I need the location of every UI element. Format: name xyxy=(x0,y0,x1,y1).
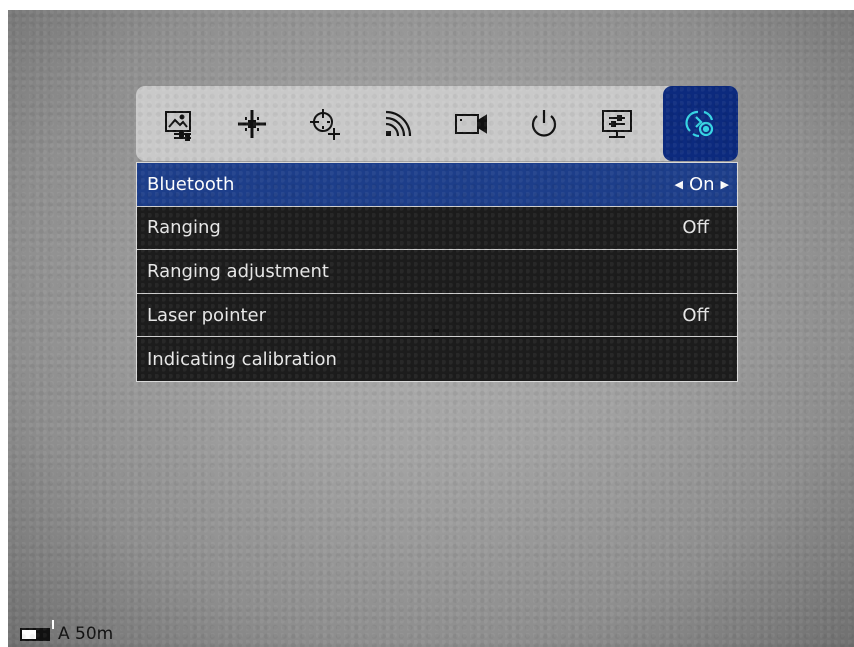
display-settings-icon xyxy=(601,109,632,138)
tab-display-settings[interactable] xyxy=(580,86,653,161)
menu-item-bluetooth[interactable]: Bluetooth ◀ On ▶ xyxy=(137,163,737,207)
menu-item-value: On xyxy=(688,173,715,195)
menu-item-value: Off xyxy=(682,217,709,239)
tab-reticle[interactable] xyxy=(288,86,361,161)
arrow-right-icon[interactable]: ▶ xyxy=(721,178,729,191)
tab-video[interactable] xyxy=(434,86,507,161)
tab-connectivity-settings[interactable] xyxy=(663,86,738,161)
menu-item-label: Bluetooth xyxy=(147,173,235,195)
tab-image-settings[interactable] xyxy=(142,86,215,161)
power-icon xyxy=(531,109,556,137)
menu-item-label: Indicating calibration xyxy=(147,348,337,370)
mode-distance-readout: A 50m xyxy=(58,624,114,644)
battery-icon xyxy=(20,619,54,641)
connectivity-settings-icon xyxy=(684,110,713,137)
settings-menu: Bluetooth ◀ On ▶ Ranging Off Ranging adj… xyxy=(136,162,738,382)
menu-item-ranging-adjustment[interactable]: Ranging adjustment xyxy=(137,250,737,294)
arrow-left-icon[interactable]: ◀ xyxy=(674,178,682,191)
status-bar: A 50m xyxy=(20,619,114,647)
menu-item-label: Ranging adjustment xyxy=(147,260,329,282)
reticle-add-icon xyxy=(309,108,340,140)
tab-power[interactable] xyxy=(507,86,580,161)
center-marker xyxy=(433,329,439,332)
signal-icon xyxy=(385,110,411,136)
thermal-view: Bluetooth ◀ On ▶ Ranging Off Ranging adj… xyxy=(8,10,854,647)
video-camera-icon xyxy=(454,113,487,134)
image-settings-icon xyxy=(164,110,191,141)
menu-item-indicating-calibration[interactable]: Indicating calibration xyxy=(137,337,737,381)
menu-item-label: Ranging xyxy=(147,217,221,239)
crosshair-icon xyxy=(237,109,266,138)
tab-crosshair[interactable] xyxy=(215,86,288,161)
menu-item-label: Laser pointer xyxy=(147,304,267,326)
menu-item-ranging[interactable]: Ranging Off xyxy=(137,206,737,251)
menu-item-value: Off xyxy=(682,304,709,326)
value-selector[interactable]: ◀ On ▶ xyxy=(674,174,729,195)
menu-tab-bar xyxy=(136,86,738,161)
tab-signal[interactable] xyxy=(361,86,434,161)
